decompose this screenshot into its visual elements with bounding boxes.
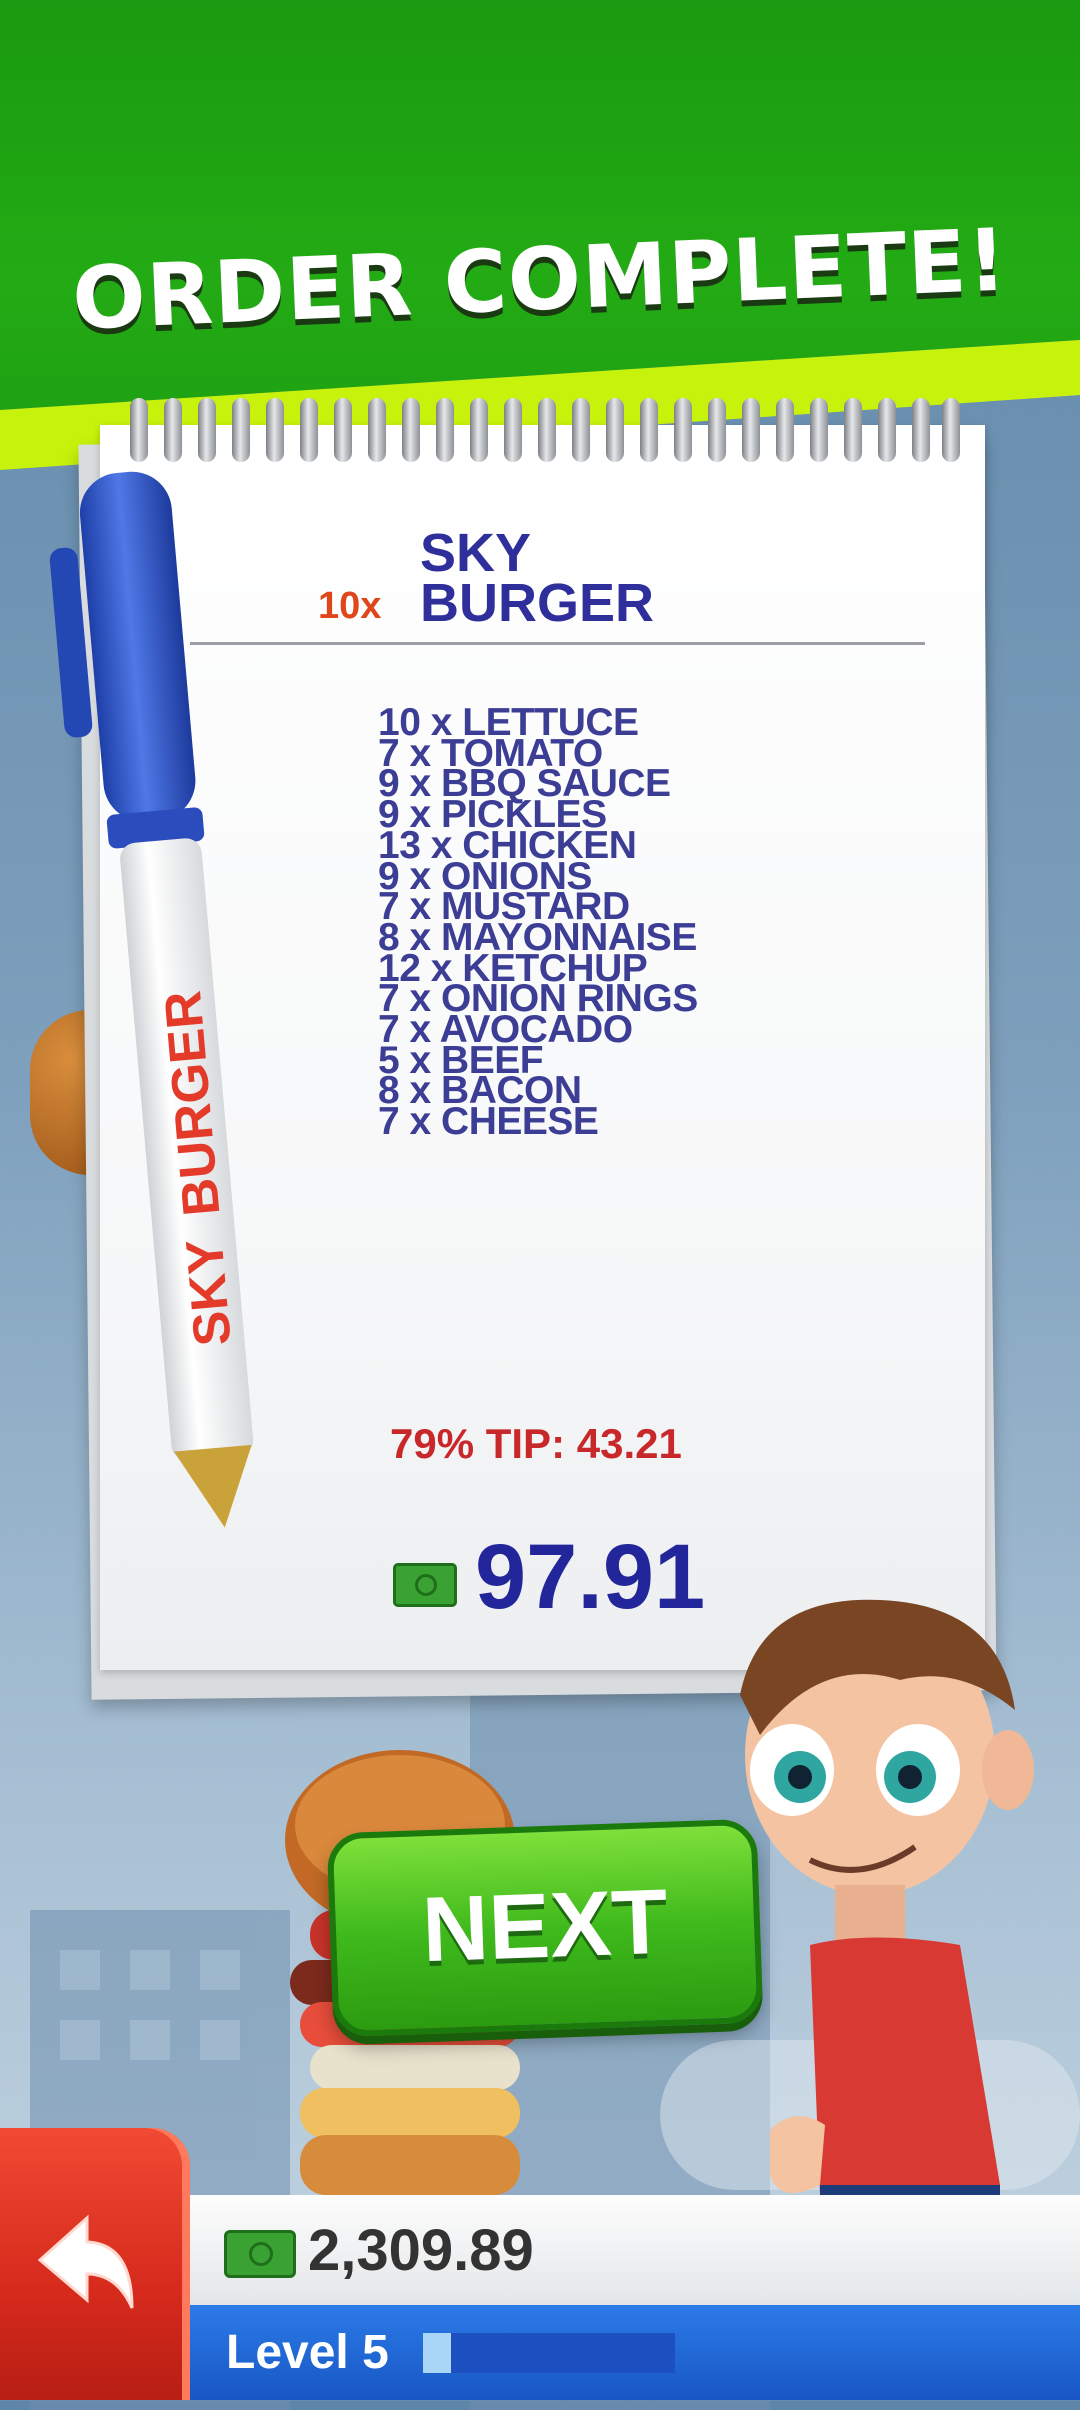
ingredient-list: 10 x LETTUCE 7 x TOMATO 9 x BBQ SAUCE 9 …	[378, 703, 938, 1144]
level-bar: Level 5	[190, 2305, 1080, 2400]
level-label: Level 5	[226, 2326, 389, 2379]
tip-text: 79% TIP: 43.21	[390, 1420, 682, 1467]
order-quantity: 10x	[318, 585, 382, 627]
cash-icon	[393, 1563, 457, 1607]
level-progress-track	[423, 2333, 675, 2373]
order-name-line1: SKY	[420, 523, 532, 583]
cash-icon	[224, 2230, 296, 2278]
order-total: 97.91	[475, 1526, 706, 1628]
cash-balance: 2,309.89	[308, 2218, 534, 2283]
cash-balance-bar: 2,309.89	[190, 2195, 1080, 2305]
order-name-line2: BURGER	[420, 573, 655, 633]
next-button[interactable]: NEXT	[326, 1818, 764, 2038]
order-item-name: SKY BURGER	[420, 523, 740, 633]
ingredient-item: 7 x CHEESE	[378, 1100, 599, 1144]
level-progress-fill	[423, 2333, 451, 2373]
back-button[interactable]	[0, 2128, 190, 2400]
order-divider	[190, 642, 925, 645]
back-arrow-icon	[37, 2214, 134, 2309]
next-button-label: NEXT	[420, 1870, 670, 1982]
pen-brand-line1: SKY	[176, 1237, 243, 1348]
